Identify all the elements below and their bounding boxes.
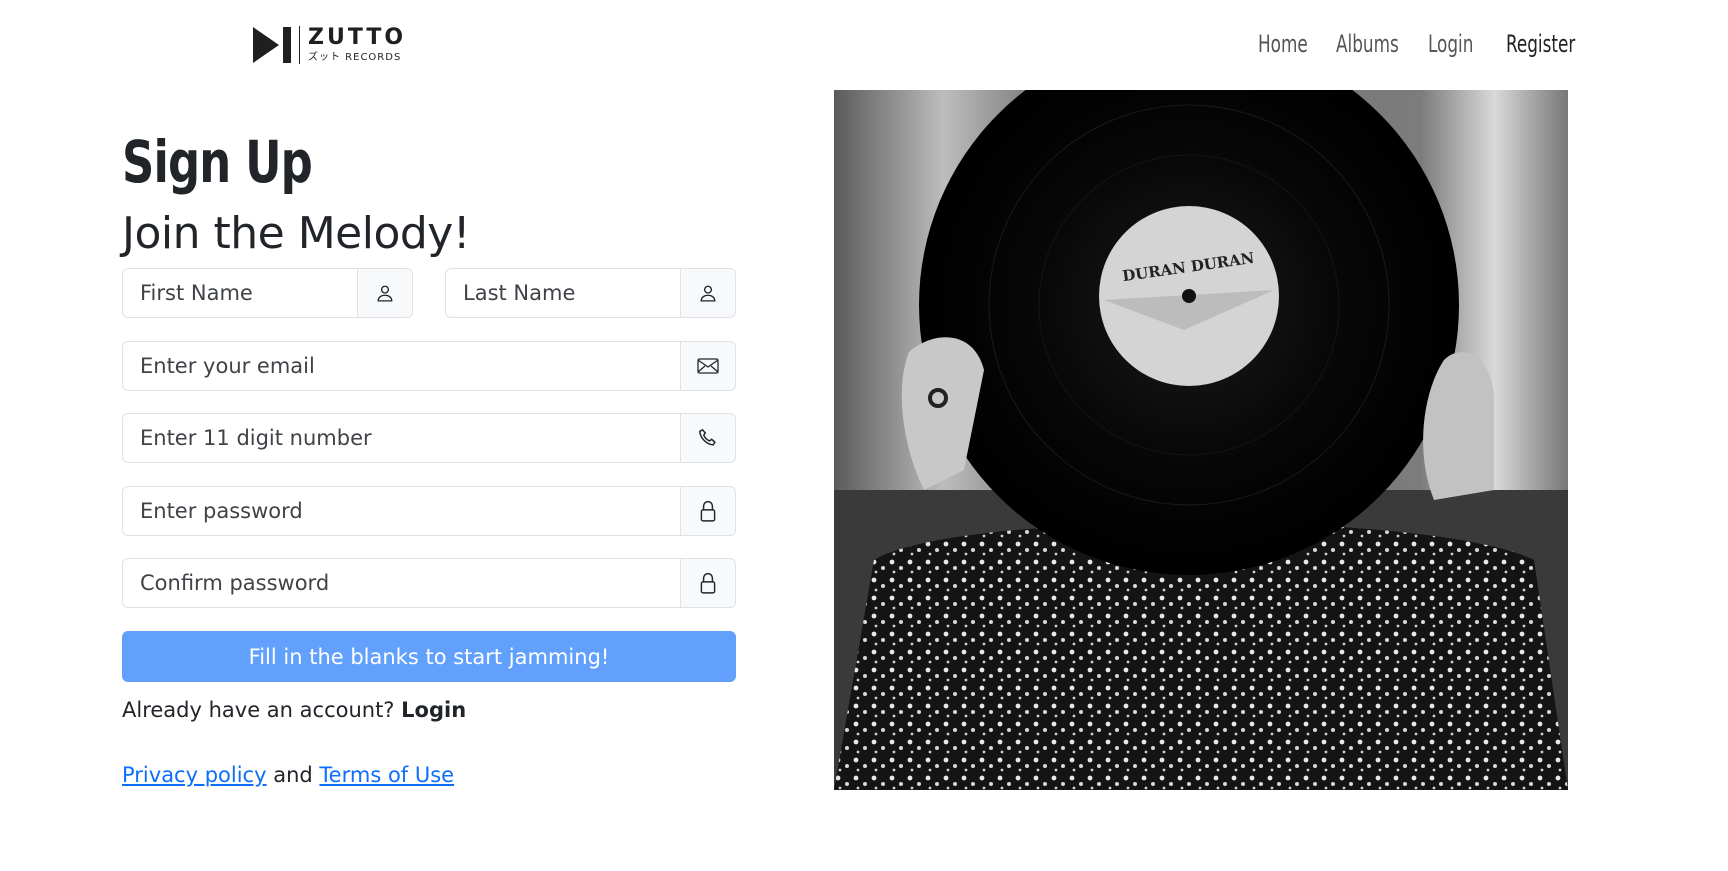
login-prompt-text: Already have an account? bbox=[122, 698, 395, 722]
brand-name: ZUTTO bbox=[308, 25, 407, 50]
password-input[interactable] bbox=[123, 487, 680, 535]
lock-icon bbox=[680, 559, 735, 607]
password-group bbox=[122, 486, 736, 536]
login-link[interactable]: Login bbox=[401, 698, 466, 722]
phone-icon bbox=[680, 414, 735, 462]
email-input[interactable] bbox=[123, 342, 680, 390]
envelope-icon bbox=[680, 342, 735, 390]
email-group bbox=[122, 341, 736, 391]
nav-register[interactable]: Register bbox=[1506, 30, 1575, 58]
first-name-input[interactable] bbox=[123, 269, 357, 317]
logo-divider bbox=[299, 26, 300, 64]
login-prompt: Already have an account? Login bbox=[122, 698, 466, 722]
nav-login[interactable]: Login bbox=[1428, 30, 1473, 58]
hero-image: DURAN DURAN bbox=[834, 90, 1568, 790]
phone-input[interactable] bbox=[123, 414, 680, 462]
submit-button[interactable]: Fill in the blanks to start jamming! bbox=[122, 631, 736, 682]
confirm-password-group bbox=[122, 558, 736, 608]
play-skip-icon bbox=[253, 27, 291, 63]
main-nav: Home Albums Login Register bbox=[1258, 30, 1576, 58]
brand-subtitle: ズット RECORDS bbox=[308, 52, 402, 63]
lock-icon bbox=[680, 487, 735, 535]
terms-of-use-link[interactable]: Terms of Use bbox=[319, 763, 454, 787]
page-subtitle: Join the Melody! bbox=[122, 208, 470, 259]
nav-albums[interactable]: Albums bbox=[1336, 30, 1399, 58]
legal-and-text: and bbox=[273, 763, 313, 787]
person-icon bbox=[357, 269, 412, 317]
vinyl-record-photo: DURAN DURAN bbox=[834, 90, 1568, 790]
phone-group bbox=[122, 413, 736, 463]
last-name-group bbox=[445, 268, 736, 318]
nav-home[interactable]: Home bbox=[1258, 30, 1308, 58]
last-name-input[interactable] bbox=[446, 269, 680, 317]
brand-logo[interactable]: ZUTTO ズット RECORDS bbox=[253, 25, 406, 65]
privacy-policy-link[interactable]: Privacy policy bbox=[122, 763, 267, 787]
person-icon bbox=[680, 269, 735, 317]
page-title: Sign Up bbox=[122, 128, 313, 196]
legal-links: Privacy policy and Terms of Use bbox=[122, 763, 454, 787]
first-name-group bbox=[122, 268, 413, 318]
confirm-password-input[interactable] bbox=[123, 559, 680, 607]
